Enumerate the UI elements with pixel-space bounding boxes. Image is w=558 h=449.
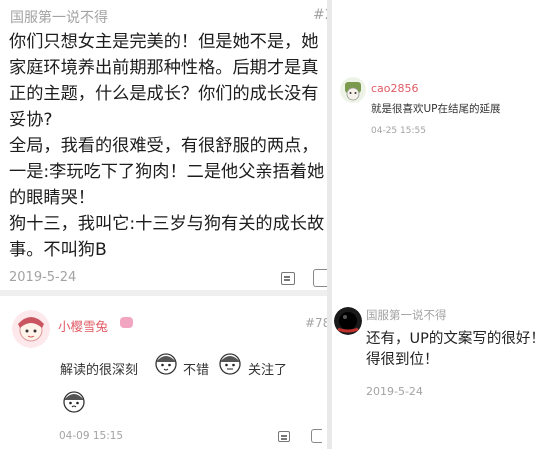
reply-line: 还有，UP的文案写的很好！ (366, 331, 545, 347)
post-username[interactable]: 国服第一说不得 (10, 7, 108, 27)
post-line: 一是:李玩吃下了狗肉！二是他父亲捂着她 (9, 162, 325, 182)
reply-username[interactable]: 小樱雪兔 (58, 316, 108, 335)
reply-username[interactable]: 国服第一说不得 (366, 307, 447, 323)
reply-username[interactable]: cao2856 (371, 82, 419, 95)
reply-date: 2019-5-24 (366, 385, 423, 398)
post-date: 2019-5-24 (9, 270, 77, 285)
thumb-up-icon[interactable] (311, 429, 322, 443)
post-floor-number: #2 (313, 7, 327, 23)
member-badge-icon (120, 317, 133, 328)
sticker-icon (155, 353, 177, 375)
post-line: 事。不叫狗B (9, 240, 107, 260)
post-body: 你们只想女主是完美的！但是她不是，她 家庭环境养出前期那种性格。后期才是真 正的… (9, 29, 327, 263)
reply-text: 解读的很深刻 (60, 363, 139, 378)
post-line: 狗十三，我叫它:十三岁与狗有关的成长故 (9, 214, 325, 234)
avatar[interactable] (12, 310, 50, 348)
sticker-icon (63, 391, 85, 413)
thumb-up-icon[interactable] (313, 269, 327, 287)
reply-text: 不错 (183, 363, 210, 378)
post-line: 的眼睛哭！ (9, 188, 95, 208)
reply-panel-right-bottom: 国服第一说不得 还有，UP的文案写的很好！ 得很到位！ 2019-5-24 (332, 296, 558, 449)
sticker-icon (219, 353, 241, 375)
reply-date: 04-25 15:55 (371, 126, 426, 136)
reply-text: 关注了 (248, 363, 288, 378)
comment-icon[interactable] (278, 431, 290, 442)
reply-panel-left: 小樱雪兔 #78 解读的很深刻 不错 关注了 04-09 15:15 (0, 296, 327, 449)
post-line: 正的主题，什么是成长？你们的成长没有 (9, 84, 319, 104)
reply-body: 还有，UP的文案写的很好！ 得很到位！ (366, 329, 545, 371)
post-line: 你们只想女主是完美的！但是她不是，她 (9, 32, 319, 52)
reply-date: 04-09 15:15 (59, 430, 124, 442)
reply-text: 就是很喜欢UP在结尾的延展 (371, 103, 501, 115)
comment-icon[interactable] (281, 272, 295, 285)
reply-line: 得很到位！ (366, 352, 439, 368)
reply-panel-right-top: cao2856 就是很喜欢UP在结尾的延展 04-25 15:55 (332, 0, 558, 296)
post-line: 全局，我看的很难受，有很舒服的两点， (9, 136, 319, 156)
post-line: 家庭环境养出前期那种性格。后期才是真 (9, 58, 319, 78)
reply-floor-number: #78 (305, 316, 327, 330)
main-post-panel: 国服第一说不得 #2 你们只想女主是完美的！但是她不是，她 家庭环境养出前期那种… (0, 0, 327, 290)
avatar[interactable] (334, 307, 362, 335)
avatar[interactable] (340, 77, 366, 103)
post-line: 妥协? (9, 110, 53, 130)
